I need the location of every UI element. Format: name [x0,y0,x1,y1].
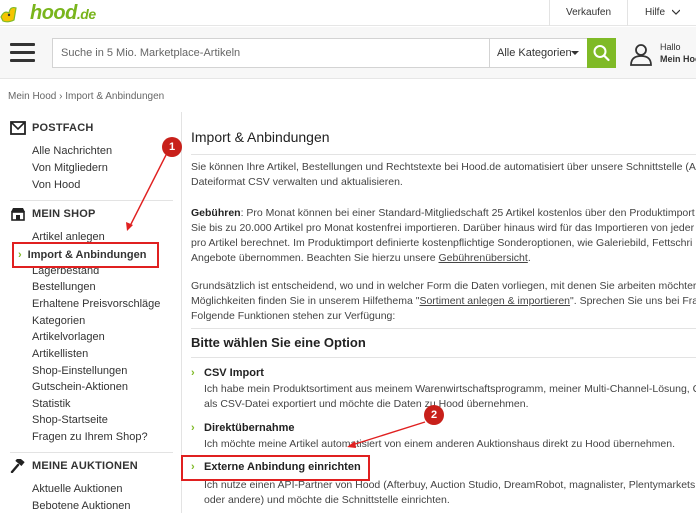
menu-icon[interactable] [10,43,35,63]
sidebar-item-aktuelle-auktionen[interactable]: Aktuelle Auktionen [32,483,123,496]
sidebar-item-artikelvorlagen[interactable]: Artikelvorlagen [32,331,105,344]
section-title: POSTFACH [32,122,94,134]
page-title: Import & Anbindungen [191,129,330,145]
annotation-highlight-import [12,242,159,268]
logo-text: hood.de [30,1,96,24]
sidebar-item-alle-nachrichten[interactable]: Alle Nachrichten [32,145,112,158]
sidebar-item-preisvorschlaege[interactable]: Erhaltene Preisvorschläge [32,298,160,311]
option-label[interactable]: Direktübernahme [204,422,294,434]
category-select[interactable]: Alle Kategorien [489,39,587,67]
divider [10,452,173,453]
sidebar: POSTFACH Alle Nachrichten Von Mitglieder… [0,112,173,513]
category-label: Alle Kategorien [497,47,572,59]
sidebar-item-gutschein-aktionen[interactable]: Gutschein-Aktionen [32,381,128,394]
search-icon [593,45,610,62]
option-description: Ich nutze einen API-Partner von Hood (Af… [204,479,696,506]
sidebar-item-shop-einstellungen[interactable]: Shop-Einstellungen [32,365,127,378]
option-description: Ich möchte meine Artikel automatisiert v… [204,438,676,450]
chevron-down-icon [671,9,681,15]
main-content: Import & Anbindungen Sie können Ihre Art… [191,112,696,513]
search-input[interactable] [53,39,489,67]
andere-link[interactable]: andere [228,494,261,506]
sidebar-item-shop-startseite[interactable]: Shop-Startseite [32,414,108,427]
hilfe-label: Hilfe [645,7,666,18]
hood-logo-icon [0,6,17,23]
sidebar-section-postfach: POSTFACH [10,121,94,135]
sidebar-item-bebotene-auktionen[interactable]: Bebotene Auktionen [32,500,130,513]
option-description: Ich habe mein Produktsortiment aus meine… [204,383,696,410]
sidebar-section-shop: MEIN SHOP [10,207,96,221]
divider [191,357,696,358]
hood-logo[interactable]: hood.de [0,0,96,26]
divider [191,154,696,155]
section-title: MEIN SHOP [32,208,96,220]
my-account-label: Mein Hood [660,54,696,64]
sortiment-help-link[interactable]: Sortiment anlegen & importieren [419,295,570,307]
shop-icon [11,208,25,221]
fees-overview-link[interactable]: Gebührenübersicht [439,252,528,264]
verkaufen-link[interactable]: Verkaufen [566,0,611,26]
sidebar-item-bestellungen[interactable]: Bestellungen [32,281,96,294]
divider [10,200,173,201]
divider [191,328,696,329]
search-bar: Alle Kategorien [52,38,616,68]
mail-icon [10,121,26,135]
annotation-badge-1: 1 [162,137,182,157]
search-button[interactable] [587,38,616,68]
info-text: Grundsätzlich ist entscheidend, wo und i… [191,280,696,322]
annotation-highlight-externe [181,455,370,481]
topbar-separator [549,0,550,26]
sidebar-item-statistik[interactable]: Statistik [32,398,71,411]
account-menu[interactable]: Hallo Mein Hood [660,41,696,65]
section-title: MEINE AUKTIONEN [32,460,138,472]
header: Alle Kategorien Hallo Mein Hood [0,27,696,79]
chevron-right-icon: › [191,422,195,434]
sidebar-item-artikellisten[interactable]: Artikellisten [32,348,88,361]
fees-text: Gebühren: Pro Monat können bei einer Sta… [191,207,695,264]
sidebar-item-von-hood[interactable]: Von Hood [32,179,80,192]
intro-text: Sie können Ihre Artikel, Bestellungen un… [191,161,696,188]
breadcrumb[interactable]: Mein Hood › Import & Anbindungen [8,91,164,102]
sidebar-section-auktionen: MEINE AUKTIONEN [10,459,138,473]
sidebar-item-fragen-shop[interactable]: Fragen zu Ihrem Shop? [32,431,148,444]
hilfe-menu[interactable]: Hilfe [645,0,681,26]
topbar-separator [627,0,628,26]
user-greeting: Hallo [660,42,681,52]
sidebar-item-von-mitgliedern[interactable]: Von Mitgliedern [32,162,108,175]
annotation-badge-2: 2 [424,405,444,425]
user-icon[interactable] [629,42,653,66]
column-divider [181,112,182,513]
caret-down-icon [571,51,579,55]
options-heading: Bitte wählen Sie eine Option [191,335,366,350]
top-bar: hood.de Verkaufen Hilfe [0,0,696,26]
chevron-right-icon: › [191,367,195,379]
option-label[interactable]: CSV Import [204,367,264,379]
gavel-icon [10,459,25,473]
sidebar-item-kategorien[interactable]: Kategorien [32,315,85,328]
